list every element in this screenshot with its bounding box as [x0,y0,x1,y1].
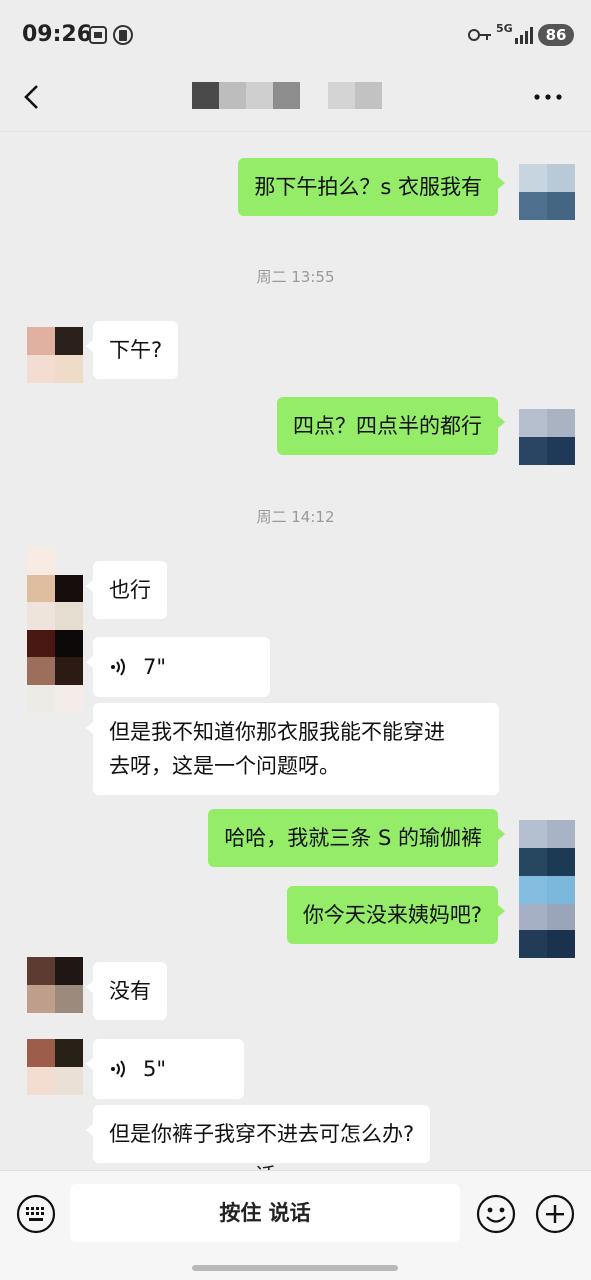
contact-avatar[interactable] [27,957,83,1013]
hold-to-talk-button[interactable]: 按住 说话 [70,1184,460,1242]
home-indicator [192,1265,398,1271]
contact-avatar[interactable] [27,602,83,658]
back-arrow-icon[interactable] [18,82,46,112]
network-label: 5G [496,22,513,35]
message-bubble-incoming[interactable]: 没有 [86,962,167,1020]
contact-avatar[interactable] [27,657,83,713]
signal-icon [515,27,533,44]
message-line: 但是我不知道你那衣服我能不能穿进 [109,720,445,744]
chat-message-list[interactable]: 那下午拍么？s 衣服我有 周二 13:55 下午? 四点？四点半的都行 周二 1… [0,132,591,1170]
contact-avatar[interactable] [27,1039,83,1095]
message-bubble-outgoing[interactable]: 你今天没来姨妈吧? [286,886,506,944]
message-bubble-incoming[interactable]: 下午? [85,321,179,379]
voice-duration: 5" [143,1057,167,1081]
my-avatar[interactable] [519,409,575,465]
contact-avatar[interactable] [27,547,83,603]
more-dots-icon[interactable] [532,88,564,106]
message-bubble-incoming[interactable]: 也行 [86,561,167,619]
keyboard-icon[interactable] [16,1194,56,1234]
voice-duration: 7" [143,655,167,679]
chat-header [0,70,591,132]
plus-icon[interactable] [535,1194,575,1234]
my-avatar[interactable] [519,930,575,958]
voice-wave-icon [111,1060,125,1078]
voice-message-bubble[interactable]: 7" [86,637,270,697]
message-bubble-outgoing[interactable]: 哈哈，我就三条 S 的瑜伽裤 [208,809,505,867]
contact-name-obscured [192,82,382,110]
battery-indicator: 86 [538,24,574,46]
status-bar: 09:26 5G 86 [0,0,591,70]
message-bubble-incoming[interactable]: 但是你裤子我穿不进去可怎么办? [85,1105,431,1163]
message-bubble-outgoing[interactable]: 那下午拍么？s 衣服我有 [238,158,505,216]
emoji-icon[interactable] [476,1194,516,1234]
timestamp: 周二 14:12 [256,508,335,526]
timestamp: 周二 13:55 [256,268,335,286]
input-bar: 按住 说话 [0,1170,591,1280]
my-avatar[interactable] [519,164,575,220]
message-bubble-incoming[interactable]: 但是我不知道你那衣服我能不能穿进 去呀，这是一个问题呀。 [86,703,499,795]
message-bubble-outgoing[interactable]: 四点？四点半的都行 [277,397,505,455]
message-line: 去呀，这是一个问题呀。 [109,754,340,778]
voice-wave-icon [111,658,125,676]
status-icons-left [89,25,133,45]
key-icon [468,29,491,41]
status-time: 09:26 [22,22,93,47]
voice-message-bubble[interactable]: 5" [86,1039,244,1099]
my-avatar[interactable] [519,820,575,876]
contact-avatar[interactable] [27,327,83,383]
my-avatar[interactable] [519,876,575,932]
